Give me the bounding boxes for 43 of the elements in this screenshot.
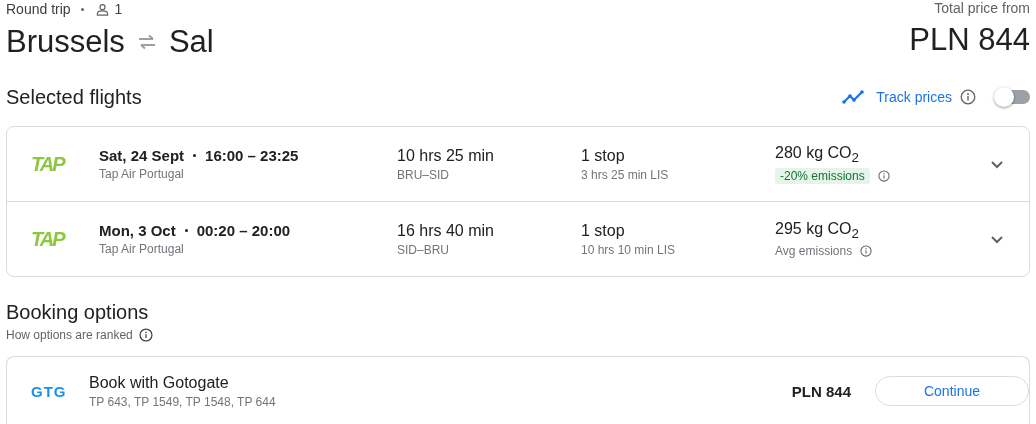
continue-button[interactable]: Continue (875, 376, 1029, 406)
flight-date: Mon, 3 Oct (99, 222, 176, 239)
flight-duration: 16 hrs 40 min (397, 221, 495, 240)
swap-arrows-icon (136, 34, 157, 50)
person-icon (95, 2, 109, 16)
stops-count: 1 stop (581, 146, 626, 165)
info-icon (960, 89, 976, 105)
toggle-switch[interactable] (996, 90, 1030, 104)
flight-numbers: TP 643, TP 1549, TP 1548, TP 644 (89, 394, 277, 409)
flight-times: 00:20 – 20:00 (196, 222, 291, 239)
origin-city: Brussels (6, 24, 125, 60)
trend-icon (842, 90, 865, 104)
info-icon (877, 170, 890, 183)
flight-route: SID–BRU (397, 242, 450, 257)
trip-type: Round trip (6, 1, 71, 17)
stops-count: 1 stop (581, 221, 626, 240)
ranking-info-text: How options are ranked (6, 328, 133, 342)
airline-name: Tap Air Portugal (99, 167, 185, 181)
layover-info: 3 hrs 25 min LIS (581, 167, 670, 182)
airline-logo: TAP (31, 152, 66, 176)
flight-route: BRU–SID (397, 167, 450, 182)
passenger-count: 1 (114, 1, 123, 17)
emissions-badge: -20% emissions (775, 168, 870, 185)
layover-info: 10 hrs 10 min LIS (581, 242, 677, 257)
section-title: Selected flights (6, 85, 142, 109)
flight-date: Sat, 24 Sept (99, 147, 185, 164)
airline-name: Tap Air Portugal (99, 242, 185, 256)
section-title: Booking options (6, 301, 150, 324)
provider-name: Book with Gotogate (89, 373, 230, 392)
co2-amount: 280 kg CO$_{2}$ (775, 143, 860, 166)
track-prices-link[interactable]: Track prices (876, 89, 952, 105)
option-price: PLN 844 (790, 382, 851, 400)
airline-logo: TAP (31, 227, 66, 251)
co2-amount: 295 kg CO$_{2}$ (775, 219, 860, 242)
flight-times: 16:00 – 23:25 (205, 147, 299, 164)
emissions-label: Avg emissions (775, 244, 853, 259)
total-price-label: Total price from (934, 0, 1030, 18)
info-icon (860, 245, 873, 258)
destination-city: Sal (168, 24, 214, 60)
flight-duration: 10 hrs 25 min (397, 146, 495, 165)
info-icon (138, 328, 153, 342)
provider-logo: GTG (31, 382, 68, 400)
total-price: PLN 844 (909, 22, 1030, 58)
